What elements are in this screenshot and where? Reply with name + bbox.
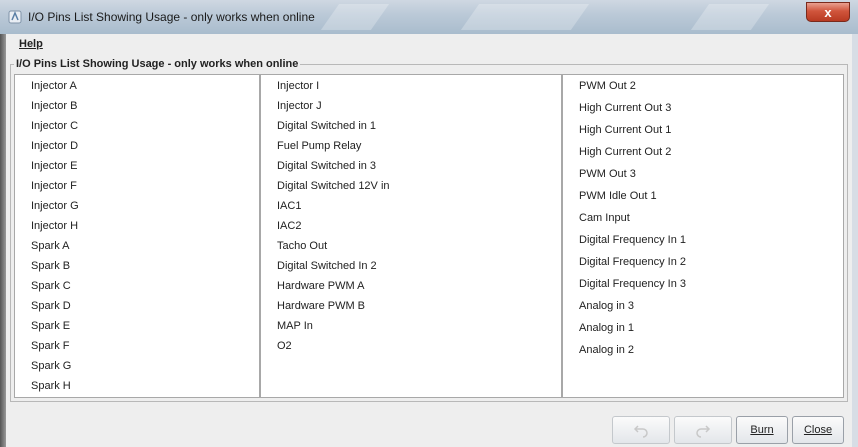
list-item: Digital Switched 12V in — [277, 180, 390, 192]
list-item: Digital Switched in 1 — [277, 120, 377, 132]
list-item: Hardware PWM B — [277, 300, 366, 312]
list-item: Injector F — [31, 180, 77, 192]
close-button[interactable]: Close — [792, 416, 844, 444]
list-item: Injector I — [277, 80, 320, 92]
window-close-button[interactable]: x — [806, 2, 850, 22]
list-item: Analog in 3 — [579, 300, 635, 312]
list-item: Digital Switched in 3 — [277, 160, 377, 172]
list-item: O2 — [277, 340, 292, 352]
list-item: Analog in 2 — [579, 344, 635, 356]
burn-button[interactable]: Burn — [736, 416, 788, 444]
close-button-label: Close — [803, 424, 833, 436]
list-item: Spark A — [31, 240, 70, 252]
undo-button[interactable] — [612, 416, 670, 444]
list-item: Spark B — [31, 260, 71, 272]
undo-icon — [633, 425, 648, 438]
list-item: Fuel Pump Relay — [277, 140, 362, 152]
list-item: IAC1 — [277, 200, 302, 212]
client-area: Help I/O Pins List Showing Usage - only … — [6, 34, 852, 447]
list-item: Injector H — [31, 220, 79, 232]
list-item: PWM Out 3 — [579, 168, 636, 180]
burn-button-label: Burn — [750, 424, 774, 436]
pins-column-3: PWM Out 2 High Current Out 3 High Curren… — [562, 74, 844, 398]
group-title: I/O Pins List Showing Usage - only works… — [14, 58, 301, 70]
list-item: Spark F — [31, 340, 70, 352]
menu-bar: Help — [6, 34, 852, 54]
list-item: High Current Out 2 — [579, 146, 672, 158]
list-item: IAC2 — [277, 220, 302, 232]
list-item: Spark E — [31, 320, 71, 332]
list-item: Analog in 1 — [579, 322, 635, 334]
menu-help[interactable]: Help — [19, 38, 43, 50]
list-item: PWM Out 2 — [579, 80, 636, 92]
list-item: Digital Frequency In 3 — [579, 278, 686, 290]
list-item: High Current Out 1 — [579, 124, 672, 136]
list-item: Hardware PWM A — [277, 280, 365, 292]
io-pins-window: I/O Pins List Showing Usage - only works… — [0, 0, 858, 447]
pins-column-2: Injector I Injector J Digital Switched i… — [260, 74, 562, 398]
list-item: Spark H — [31, 380, 71, 392]
list-item: Digital Switched In 2 — [277, 260, 377, 272]
title-bar[interactable]: I/O Pins List Showing Usage - only works… — [0, 0, 858, 34]
list-item: MAP In — [277, 320, 313, 332]
list-item: Digital Frequency In 2 — [579, 256, 686, 268]
list-item: Injector G — [31, 200, 79, 212]
redo-button[interactable] — [674, 416, 732, 444]
list-item: Injector D — [31, 140, 79, 152]
list-item: Injector C — [31, 120, 79, 132]
list-item: Injector A — [31, 80, 77, 92]
window-title: I/O Pins List Showing Usage - only works… — [28, 10, 315, 24]
list-item: Tacho Out — [277, 240, 328, 252]
list-item: Spark G — [31, 360, 72, 372]
button-bar: Burn Close — [6, 408, 852, 447]
list-item: Cam Input — [579, 212, 630, 224]
pins-column-1: Injector A Injector B Injector C Injecto… — [14, 74, 260, 398]
list-item: Injector J — [277, 100, 322, 112]
list-item: Injector E — [31, 160, 78, 172]
list-item: Injector B — [31, 100, 78, 112]
list-item: Spark D — [31, 300, 71, 312]
list-item: PWM Idle Out 1 — [579, 190, 657, 202]
list-item: High Current Out 3 — [579, 102, 672, 114]
list-item: Spark C — [31, 280, 71, 292]
app-icon — [8, 10, 22, 24]
window-frame-right — [852, 34, 858, 447]
redo-icon — [696, 425, 711, 438]
list-item: Digital Frequency In 1 — [579, 234, 686, 246]
